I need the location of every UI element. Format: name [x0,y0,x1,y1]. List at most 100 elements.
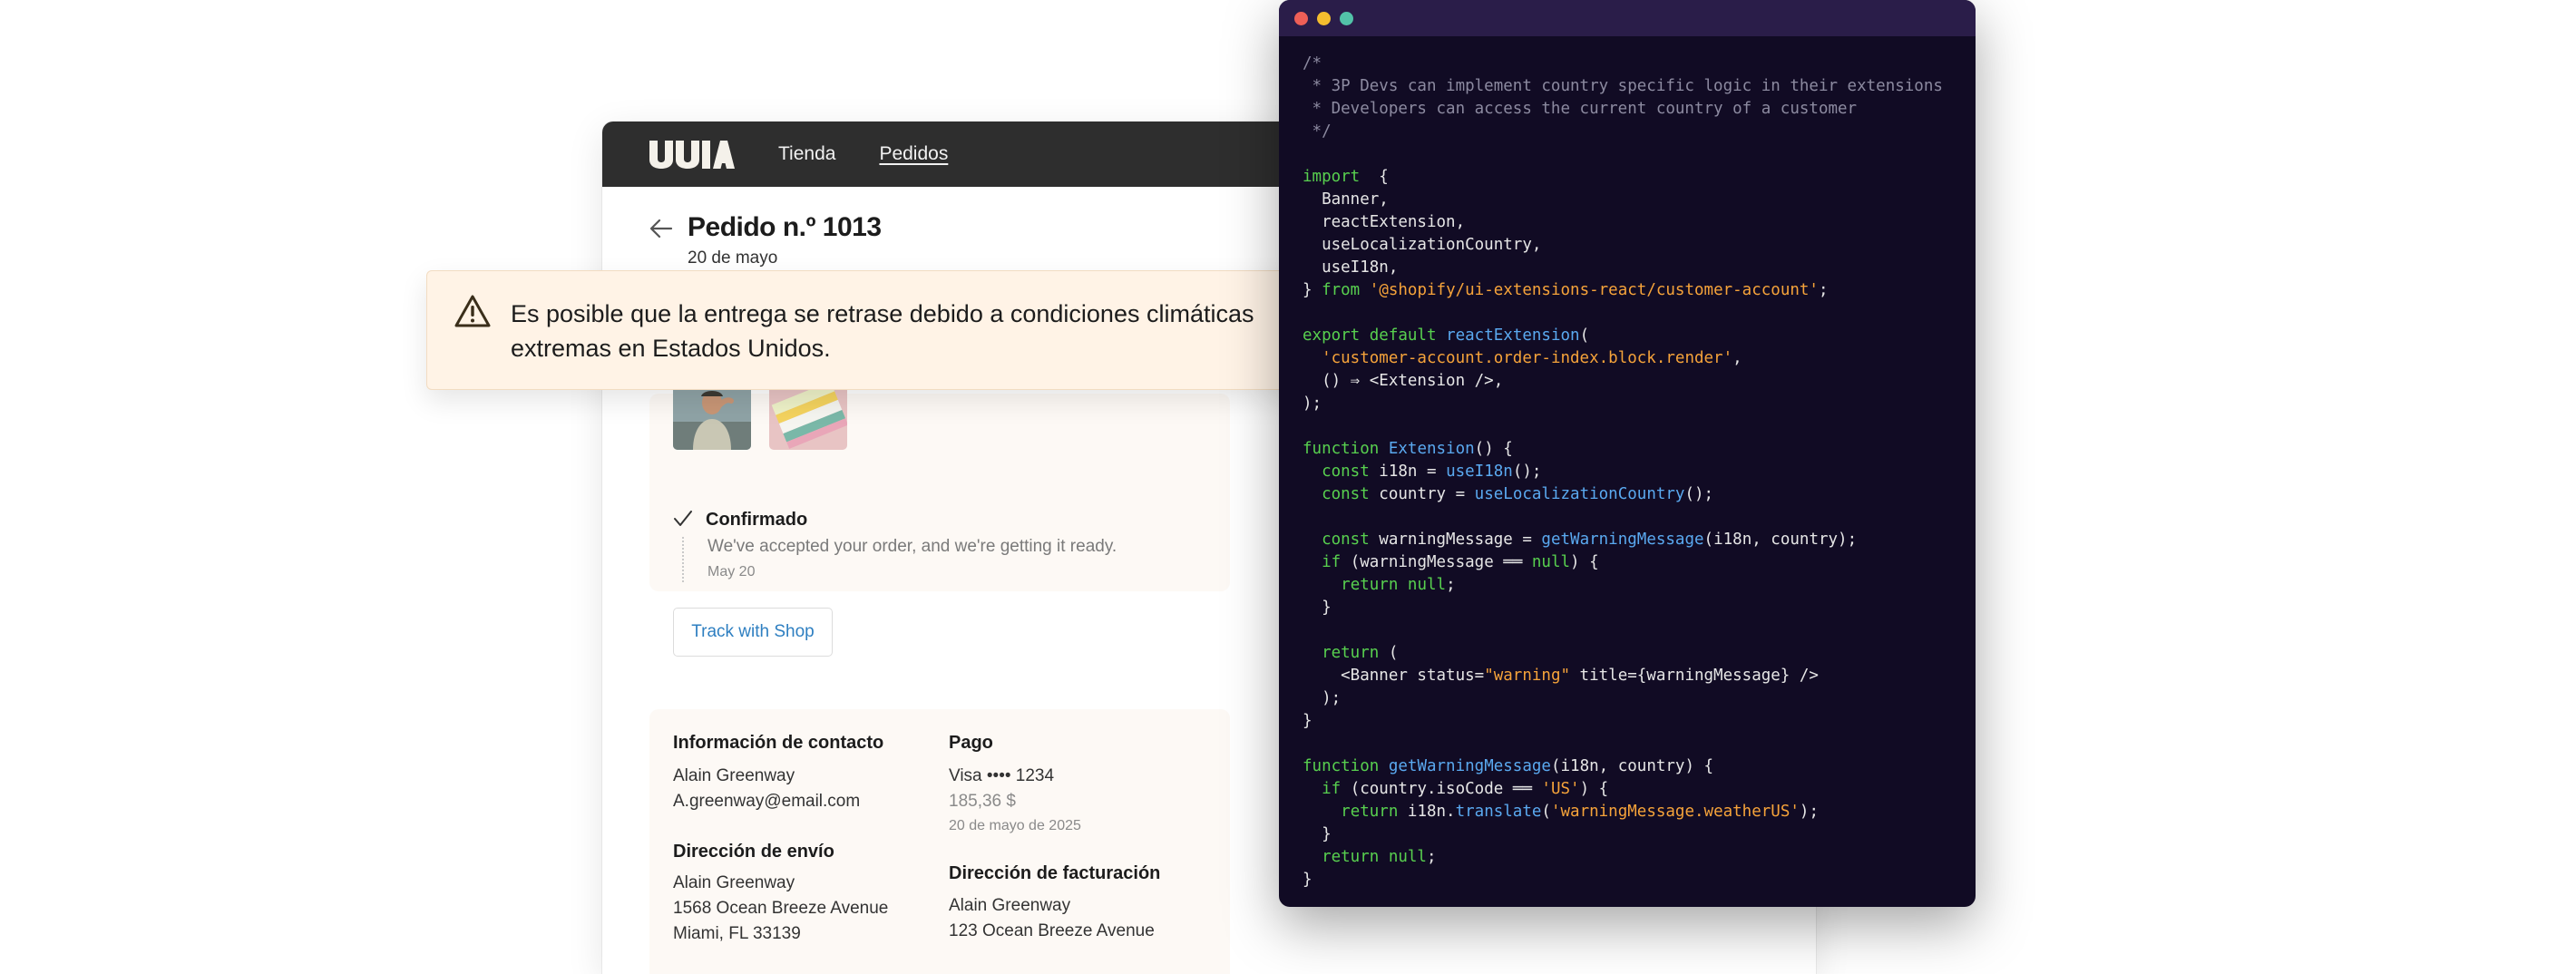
contact-heading: Información de contacto [673,733,884,753]
code-token: useI18n [1446,463,1513,481]
code-token: (); [1512,463,1542,481]
billing-name: Alain Greenway [949,896,1071,915]
billing-heading: Dirección de facturación [949,863,1161,883]
code-line: } [1303,823,1943,846]
back-arrow-icon[interactable] [649,218,673,244]
code-token: if [1322,553,1342,571]
code-token: } [1303,871,1312,889]
code-token: getWarningMessage [1541,531,1704,549]
code-block[interactable]: /* * 3P Devs can implement country speci… [1303,53,1943,891]
code-line: const country = useLocalizationCountry()… [1303,483,1943,506]
code-token: const [1322,463,1370,481]
shipping-line1: 1568 Ocean Breeze Avenue [673,899,889,918]
code-line: <Banner status="warning" title={warningM… [1303,665,1943,687]
close-window-button[interactable] [1294,12,1308,25]
code-token: warningMessage = [1369,531,1542,549]
code-token: function [1303,757,1380,775]
code-token: const [1322,531,1370,549]
payment-card: Visa •••• 1234 [949,766,1055,785]
code-line: * 3P Devs can implement country specific… [1303,75,1943,98]
code-token: translate [1455,803,1542,821]
code-token: 'customer-account.order-index.block.rend… [1322,349,1733,367]
page-title: Pedido n.º 1013 [688,212,882,242]
code-line: } [1303,869,1943,891]
code-token: ); [1799,803,1819,821]
code-line: reactExtension, [1303,211,1943,234]
code-line: useLocalizationCountry, [1303,234,1943,257]
status-date: May 20 [707,564,756,580]
code-token: getWarningMessage [1388,757,1551,775]
banner-message: Es posible que la entrega se retrase deb… [511,300,1254,362]
code-token: */ [1303,122,1332,141]
code-line: Banner, [1303,189,1943,211]
maximize-window-button[interactable] [1340,12,1353,25]
code-token: "warning" [1484,667,1571,685]
check-icon [673,510,693,532]
track-with-shop-button[interactable]: Track with Shop [673,608,833,657]
code-line: if (country.isoCode ══ 'US') { [1303,778,1943,801]
code-token: (i18n, country); [1703,531,1858,549]
order-date: 20 de mayo [688,248,778,268]
shipping-name: Alain Greenway [673,873,795,892]
code-token: i18n = [1369,463,1447,481]
code-line: */ [1303,121,1943,143]
code-line: function Extension() { [1303,438,1943,461]
code-token: (warningMessage ══ [1341,553,1532,571]
code-line: export default reactExtension( [1303,325,1943,347]
code-token: } [1303,712,1312,730]
code-title-bar [1279,0,1976,36]
code-token: (); [1684,485,1714,503]
code-token: (country.isoCode ══ [1341,780,1542,798]
code-line: return ( [1303,642,1943,665]
code-token: reactExtension, [1303,213,1466,231]
code-line: const i18n = useI18n(); [1303,461,1943,483]
code-token: () ⇒ <Extension />, [1303,372,1504,390]
payment-date: 20 de mayo de 2025 [949,818,1081,833]
code-token: from [1322,281,1361,299]
code-token: 'US' [1541,780,1580,798]
nav-shop[interactable]: Tienda [778,141,835,167]
contact-email: A.greenway@email.com [673,792,861,811]
code-token: if [1322,780,1342,798]
code-token: ; [1446,576,1456,594]
store-logo[interactable] [648,139,735,170]
code-line: ); [1303,687,1943,710]
code-token: * Developers can access the current coun… [1303,100,1858,118]
code-token: } [1303,281,1322,299]
code-token: } [1303,599,1332,617]
warning-icon [454,295,491,332]
code-line: 'customer-account.order-index.block.rend… [1303,347,1943,370]
code-token: useI18n, [1303,258,1399,277]
code-token: title={warningMessage} /> [1570,667,1819,685]
timeline-connector [682,537,684,582]
code-token: /* [1303,54,1322,73]
nav-orders[interactable]: Pedidos [879,141,948,167]
code-token: export default [1303,326,1437,345]
code-token: import [1303,168,1361,186]
code-token: return null [1322,848,1427,866]
code-token: ); [1303,394,1322,413]
code-token: Banner, [1303,190,1389,209]
shipping-heading: Dirección de envío [673,842,834,862]
code-line: } [1303,710,1943,733]
code-token: country = [1369,485,1475,503]
payment-heading: Pago [949,733,993,753]
code-line: return null; [1303,574,1943,597]
code-token: * 3P Devs can implement country specific… [1303,77,1943,95]
minimize-window-button[interactable] [1317,12,1331,25]
